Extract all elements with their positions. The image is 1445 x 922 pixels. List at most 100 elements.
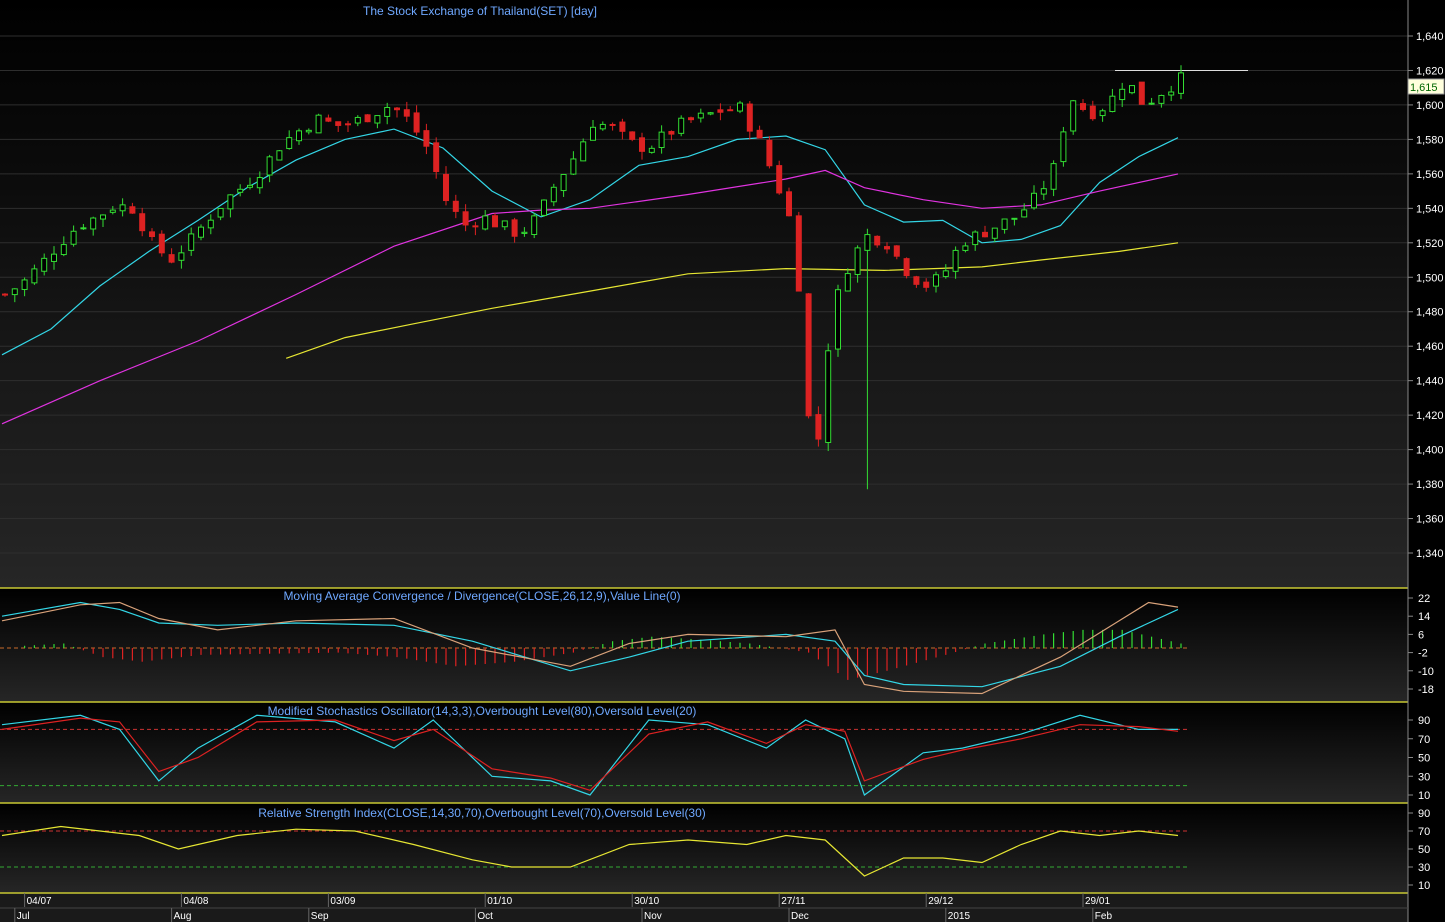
candle-body xyxy=(158,233,165,254)
candle-body xyxy=(1109,95,1116,113)
candle-body xyxy=(296,130,302,142)
candle-body xyxy=(580,141,587,162)
candle-body xyxy=(1001,218,1008,230)
candle-body xyxy=(942,270,949,277)
candle-body xyxy=(60,244,67,256)
candle-body xyxy=(1168,91,1175,96)
candle-body xyxy=(462,211,469,226)
candle-body xyxy=(335,121,342,126)
candle-body xyxy=(237,188,244,193)
candle-body xyxy=(541,199,547,216)
candle-body xyxy=(1050,163,1057,190)
candle-body xyxy=(648,147,655,153)
macd-panel[interactable] xyxy=(0,588,1408,702)
candle-body xyxy=(609,123,616,126)
candle-body xyxy=(452,200,459,212)
candle-body xyxy=(874,235,881,246)
candle-body xyxy=(815,414,822,440)
candle-body xyxy=(1080,103,1086,110)
candle-body xyxy=(933,274,939,287)
candle-body xyxy=(168,254,175,263)
stochastic-panel[interactable] xyxy=(0,702,1408,803)
price-tick-label: 1,520 xyxy=(1416,238,1444,250)
candle-body xyxy=(991,227,998,239)
price-tick-label: 1,380 xyxy=(1416,479,1444,491)
candle-body xyxy=(207,219,214,229)
macd-tick-label: 22 xyxy=(1418,593,1430,605)
price-tick-label: 1,600 xyxy=(1416,100,1444,112)
candle-body xyxy=(109,209,116,213)
stochastic-title: Modified Stochastics Oscillator(14,3,3),… xyxy=(268,704,697,718)
candle-body xyxy=(472,225,479,228)
rsi-tick-label: 70 xyxy=(1418,826,1430,838)
macd-tick-label: 6 xyxy=(1418,629,1424,641)
candle-body xyxy=(90,217,97,230)
price-tick-label: 1,560 xyxy=(1416,169,1444,181)
candle-body xyxy=(1021,209,1028,218)
candle-body xyxy=(727,109,734,112)
candle-body xyxy=(315,114,322,134)
price-panel[interactable] xyxy=(0,0,1408,588)
month-label: Sep xyxy=(311,911,329,922)
candle-body xyxy=(492,215,498,228)
candle-body xyxy=(629,131,636,140)
price-tick-label: 1,460 xyxy=(1416,341,1444,353)
candle-body xyxy=(403,109,410,117)
candle-body xyxy=(746,103,753,132)
candle-body xyxy=(129,206,136,214)
candle-body xyxy=(590,126,596,141)
candle-body xyxy=(550,186,557,203)
candle-body xyxy=(923,281,930,288)
candle-body xyxy=(1148,102,1155,105)
candle-body xyxy=(501,220,508,228)
rsi-tick-label: 90 xyxy=(1418,808,1430,820)
candle-body xyxy=(756,129,763,139)
candle-body xyxy=(1158,94,1165,104)
candle-body xyxy=(678,117,685,134)
candle-body xyxy=(570,158,577,175)
candle-body xyxy=(325,117,332,122)
candle-body xyxy=(795,215,802,292)
candle-body xyxy=(41,257,48,272)
month-label: 2015 xyxy=(948,911,971,922)
candle-body xyxy=(1070,100,1077,132)
candle-body xyxy=(423,130,430,147)
candle-body xyxy=(707,112,714,115)
rsi-title: Relative Strength Index(CLOSE,14,30,70),… xyxy=(258,806,706,820)
candle-body xyxy=(413,112,420,133)
candle-body xyxy=(1011,217,1018,220)
candle-body xyxy=(599,123,606,130)
price-tick-label: 1,480 xyxy=(1416,307,1444,319)
candle-body xyxy=(825,350,832,443)
candle-body xyxy=(658,131,665,149)
candle-body xyxy=(198,226,204,238)
candle-body xyxy=(972,231,979,246)
rsi-tick-label: 10 xyxy=(1418,880,1430,892)
candle-body xyxy=(354,116,361,124)
candle-body xyxy=(80,227,87,230)
candle-body xyxy=(697,112,704,119)
rsi-tick-label: 50 xyxy=(1418,844,1430,856)
stoch-tick-label: 70 xyxy=(1418,734,1430,746)
candle-body xyxy=(266,156,273,176)
last-price-label: 1,615 xyxy=(1410,82,1438,94)
candle-body xyxy=(560,173,567,192)
macd-tick-label: -18 xyxy=(1418,684,1434,696)
candle-body xyxy=(844,273,851,292)
month-label: Dec xyxy=(791,911,809,922)
candle-body xyxy=(21,279,28,290)
candle-body xyxy=(276,150,283,161)
candle-body xyxy=(717,109,724,113)
date-label: 30/10 xyxy=(634,896,659,907)
candle-body xyxy=(11,288,18,296)
stoch-tick-label: 50 xyxy=(1418,753,1430,765)
date-label: 01/10 xyxy=(487,896,512,907)
candle-body xyxy=(345,123,351,126)
candle-body xyxy=(384,106,391,117)
candle-body xyxy=(668,131,675,135)
candle-body xyxy=(619,121,626,132)
candle-body xyxy=(227,194,234,210)
month-label: Nov xyxy=(644,911,662,922)
macd-tick-label: 14 xyxy=(1418,611,1430,623)
candle-body xyxy=(188,233,195,251)
